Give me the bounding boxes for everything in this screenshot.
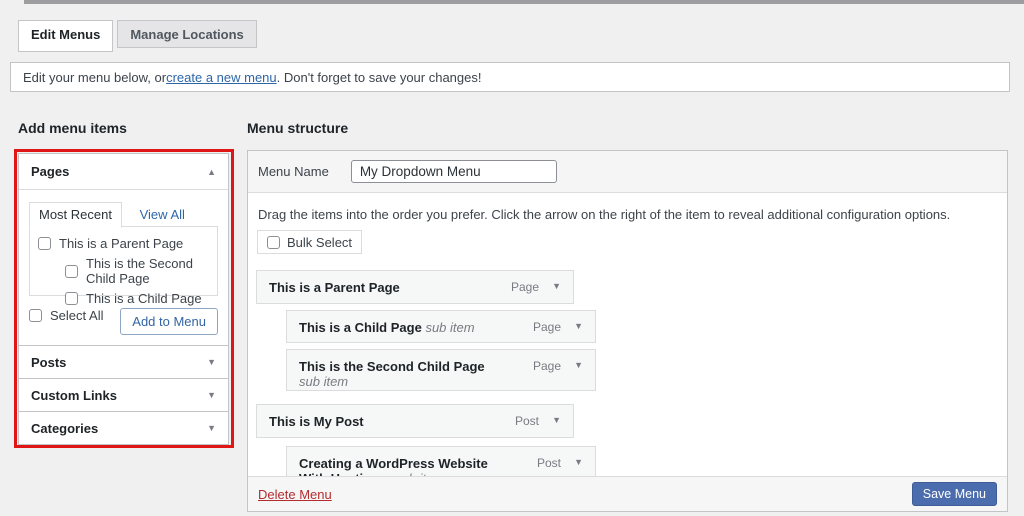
chevron-down-icon[interactable]: ▼: [574, 360, 583, 370]
accordion-custom-links-panel: Custom Links ▼: [19, 378, 228, 411]
drag-instructions: Drag the items into the order you prefer…: [258, 207, 950, 222]
chevron-down-icon[interactable]: ▼: [552, 281, 561, 291]
menu-item-type-label: Post: [515, 414, 539, 428]
accordion-custom-links-title: Custom Links: [31, 388, 117, 403]
checklist-item-parent-page: This is a Parent Page: [38, 236, 209, 251]
chevron-down-icon[interactable]: ▼: [207, 390, 216, 400]
chevron-up-icon[interactable]: ▲: [207, 167, 216, 177]
add-to-menu-button[interactable]: Add to Menu: [120, 308, 218, 335]
checkbox-parent-page[interactable]: [38, 237, 51, 250]
menu-item-title: This is My Post: [269, 414, 364, 429]
notice-text-after: . Don't forget to save your changes!: [277, 70, 482, 85]
bulk-select-checkbox[interactable]: [267, 236, 280, 249]
menu-item-title: This is the Second Child Page: [299, 359, 485, 374]
accordion-posts[interactable]: Posts ▼: [19, 346, 228, 378]
menu-name-row: Menu Name: [248, 151, 1007, 193]
tab-edit-menus[interactable]: Edit Menus: [18, 20, 113, 52]
menu-structure-heading: Menu structure: [247, 120, 348, 136]
checklist-item-label: This is a Parent Page: [59, 236, 183, 251]
select-all-label: Select All: [50, 308, 103, 323]
accordion-categories-panel: Categories ▼: [19, 411, 228, 444]
accordion-posts-title: Posts: [31, 355, 66, 370]
menu-item-parent-page[interactable]: This is a Parent Page Page ▼: [256, 270, 574, 304]
menu-item-subitem-label: sub item: [299, 374, 348, 389]
checklist-item-label: This is the Second Child Page: [86, 256, 209, 286]
menu-item-type-label: Page: [533, 320, 561, 334]
chevron-down-icon[interactable]: ▼: [574, 321, 583, 331]
accordion-categories-title: Categories: [31, 421, 98, 436]
menu-item-type-label: Page: [511, 280, 539, 294]
notice-bar: Edit your menu below, or create a new me…: [10, 62, 1010, 92]
menu-item-subitem-label: sub item: [425, 320, 474, 335]
pages-checklist: This is a Parent Page This is the Second…: [29, 226, 218, 296]
tab-most-recent[interactable]: Most Recent: [29, 202, 122, 228]
menu-item-second-child-page[interactable]: This is the Second Child Page sub item P…: [286, 349, 596, 391]
chevron-down-icon[interactable]: ▼: [207, 423, 216, 433]
menu-name-label: Menu Name: [258, 164, 329, 179]
accordion-posts-panel: Posts ▼: [19, 345, 228, 378]
menu-item-child-page[interactable]: This is a Child Page sub item Page ▼: [286, 310, 596, 343]
accordion-custom-links[interactable]: Custom Links ▼: [19, 379, 228, 411]
accordion-pages[interactable]: Pages ▲: [19, 154, 228, 189]
accordion-categories[interactable]: Categories ▼: [19, 412, 228, 444]
delete-menu-link[interactable]: Delete Menu: [258, 487, 332, 502]
menu-name-input[interactable]: [351, 160, 557, 183]
checklist-item-child-page: This is a Child Page: [65, 291, 209, 306]
menu-structure-box: Menu Name Drag the items into the order …: [247, 150, 1008, 512]
add-menu-items-heading: Add menu items: [18, 120, 127, 136]
bulk-select-control[interactable]: Bulk Select: [257, 230, 362, 254]
checklist-item-second-child-page: This is the Second Child Page: [65, 256, 209, 286]
menu-item-type-label: Page: [533, 359, 561, 373]
chevron-down-icon[interactable]: ▼: [207, 357, 216, 367]
notice-text-before: Edit your menu below, or: [23, 70, 166, 85]
tab-manage-locations[interactable]: Manage Locations: [117, 20, 256, 48]
checklist-item-label: This is a Child Page: [86, 291, 202, 306]
tab-view-all[interactable]: View All: [140, 207, 185, 222]
chevron-down-icon[interactable]: ▼: [552, 415, 561, 425]
pages-panel-body: Most Recent View All Search This is a Pa…: [19, 189, 228, 345]
checkbox-second-child-page[interactable]: [65, 265, 78, 278]
nav-tab-bar: Edit Menus Manage Locations: [18, 20, 261, 52]
save-menu-button[interactable]: Save Menu: [912, 482, 997, 506]
menu-item-type-label: Post: [537, 456, 561, 470]
checkbox-child-page[interactable]: [65, 292, 78, 305]
pages-filter-tabs: Most Recent View All Search: [29, 202, 218, 226]
menu-item-title: This is a Parent Page: [269, 280, 400, 295]
chevron-down-icon[interactable]: ▼: [574, 457, 583, 467]
create-new-menu-link[interactable]: create a new menu: [166, 70, 277, 85]
accordion-pages-title: Pages: [31, 164, 69, 179]
cropped-top-bar: [24, 0, 1024, 4]
menu-item-my-post[interactable]: This is My Post Post ▼: [256, 404, 574, 438]
menu-item-title: This is a Child Page: [299, 320, 422, 335]
select-all-checkbox[interactable]: [29, 309, 42, 322]
add-menu-items-panel-group: Pages ▲ Most Recent View All Search This…: [18, 153, 229, 445]
bulk-select-label: Bulk Select: [287, 235, 352, 250]
menu-actions-footer: Delete Menu Save Menu: [248, 476, 1007, 511]
